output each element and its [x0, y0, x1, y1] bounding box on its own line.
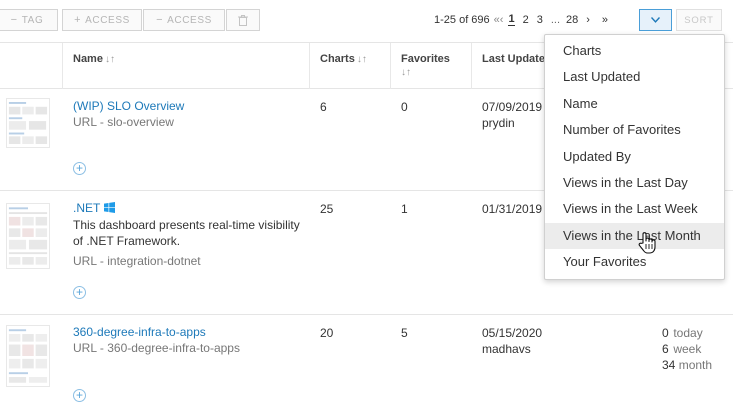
- updated-date: 01/31/2019: [482, 202, 543, 216]
- dashboard-url: URL - 360-degree-infra-to-apps: [73, 341, 240, 355]
- add-tag-icon[interactable]: +: [73, 162, 86, 175]
- plus-icon: +: [74, 14, 82, 26]
- add-access-label: ACCESS: [85, 14, 130, 26]
- favorites-count: 1: [401, 202, 408, 216]
- windows-logo-icon: [104, 202, 116, 213]
- dashboard-url: URL - integration-dotnet: [73, 254, 201, 268]
- column-divider: [471, 43, 472, 89]
- dashboard-title-link[interactable]: 360-degree-infra-to-apps: [73, 325, 206, 339]
- sort-dropdown-toggle[interactable]: [639, 9, 672, 31]
- views-week-count: 6: [662, 342, 669, 356]
- add-tag-icon[interactable]: +: [73, 286, 86, 299]
- add-access-button[interactable]: + ACCESS: [62, 9, 142, 31]
- charts-count: 25: [320, 202, 334, 216]
- page-link-2[interactable]: 2: [523, 14, 529, 26]
- sort-option-views-last-month[interactable]: Views in the Last Month: [545, 223, 724, 249]
- remove-access-label: ACCESS: [167, 14, 212, 26]
- sort-button[interactable]: SORT: [676, 9, 722, 31]
- updated-date: 07/09/2019: [482, 100, 543, 114]
- prev-page-link[interactable]: ‹: [500, 14, 504, 26]
- views-month-unit: month: [678, 358, 713, 372]
- column-divider: [390, 43, 391, 89]
- sort-option-views-last-week[interactable]: Views in the Last Week: [545, 196, 724, 222]
- pagination-range: 1-25 of 696: [434, 13, 490, 26]
- dashboard-title-link[interactable]: (WIP) SLO Overview: [73, 99, 184, 113]
- views-today-unit: today: [673, 326, 703, 340]
- views-month-count: 34: [662, 358, 676, 372]
- remove-tag-button[interactable]: − TAG: [0, 9, 58, 31]
- minus-icon: −: [10, 14, 18, 26]
- sort-option-updated-by[interactable]: Updated By: [545, 144, 724, 170]
- trash-icon: [238, 14, 248, 26]
- column-header-favorites-label: Favorites: [401, 53, 450, 65]
- dashboard-thumbnail: [6, 203, 50, 269]
- pagination-ellipsis: ...: [550, 13, 560, 26]
- column-divider: [309, 43, 310, 89]
- pagination: 1-25 of 696 « ‹ 1 2 3 ... 28 › »: [434, 13, 608, 26]
- sort-option-your-favorites[interactable]: Your Favorites: [545, 249, 724, 275]
- sort-option-views-last-day[interactable]: Views in the Last Day: [545, 170, 724, 196]
- column-header-charts-label: Charts: [320, 53, 355, 65]
- updated-by: madhavs: [482, 342, 531, 356]
- views-today-count: 0: [662, 326, 669, 340]
- page-link-last[interactable]: 28: [566, 14, 578, 26]
- delete-button[interactable]: [226, 9, 260, 31]
- dashboard-title-text: .NET: [73, 201, 101, 215]
- updated-by: prydin: [482, 116, 515, 130]
- dashboard-thumbnail: [6, 98, 50, 148]
- next-page-link[interactable]: ›: [586, 14, 590, 26]
- views-week-unit: week: [673, 342, 702, 356]
- sort-arrows-icon: ↓↑: [104, 54, 115, 65]
- last-page-link[interactable]: »: [602, 14, 608, 26]
- sort-arrows-icon: ↓↑: [356, 54, 367, 65]
- views-today: 0 today: [662, 325, 703, 341]
- charts-count: 20: [320, 326, 334, 340]
- column-header-name-label: Name: [73, 53, 103, 65]
- hand-cursor-icon: [638, 232, 656, 254]
- dashboard-description: This dashboard presents real-time visibi…: [73, 218, 300, 248]
- remove-access-button[interactable]: − ACCESS: [143, 9, 225, 31]
- sort-option-charts[interactable]: Charts: [545, 38, 724, 64]
- sort-option-last-updated[interactable]: Last Updated: [545, 64, 724, 90]
- favorites-count: 0: [401, 100, 408, 114]
- minus-icon: −: [156, 14, 164, 26]
- add-tag-icon[interactable]: +: [73, 389, 86, 402]
- dashboard-url: URL - slo-overview: [73, 115, 174, 129]
- table-row: 360-degree-infra-to-apps URL - 360-degre…: [0, 315, 733, 406]
- dashboard-title-link[interactable]: .NET: [73, 201, 116, 215]
- page-link-3[interactable]: 3: [537, 14, 543, 26]
- views-week: 6 week: [662, 341, 701, 357]
- updated-date: 05/15/2020: [482, 326, 543, 340]
- column-header-last-updated-label: Last Updated: [482, 53, 552, 65]
- charts-count: 6: [320, 100, 327, 114]
- sort-option-number-of-favorites[interactable]: Number of Favorites: [545, 117, 724, 143]
- sort-dropdown-menu: Charts Last Updated Name Number of Favor…: [544, 34, 725, 280]
- favorites-count: 5: [401, 326, 408, 340]
- chevron-down-icon: [651, 17, 660, 23]
- page-link-1[interactable]: 1: [508, 13, 515, 26]
- sort-arrows-icon: ↓↑: [401, 67, 411, 78]
- remove-tag-label: TAG: [21, 14, 44, 26]
- views-month: 34 month: [662, 357, 712, 373]
- column-divider: [62, 43, 63, 89]
- dashboard-thumbnail: [6, 325, 50, 387]
- sort-option-name[interactable]: Name: [545, 91, 724, 117]
